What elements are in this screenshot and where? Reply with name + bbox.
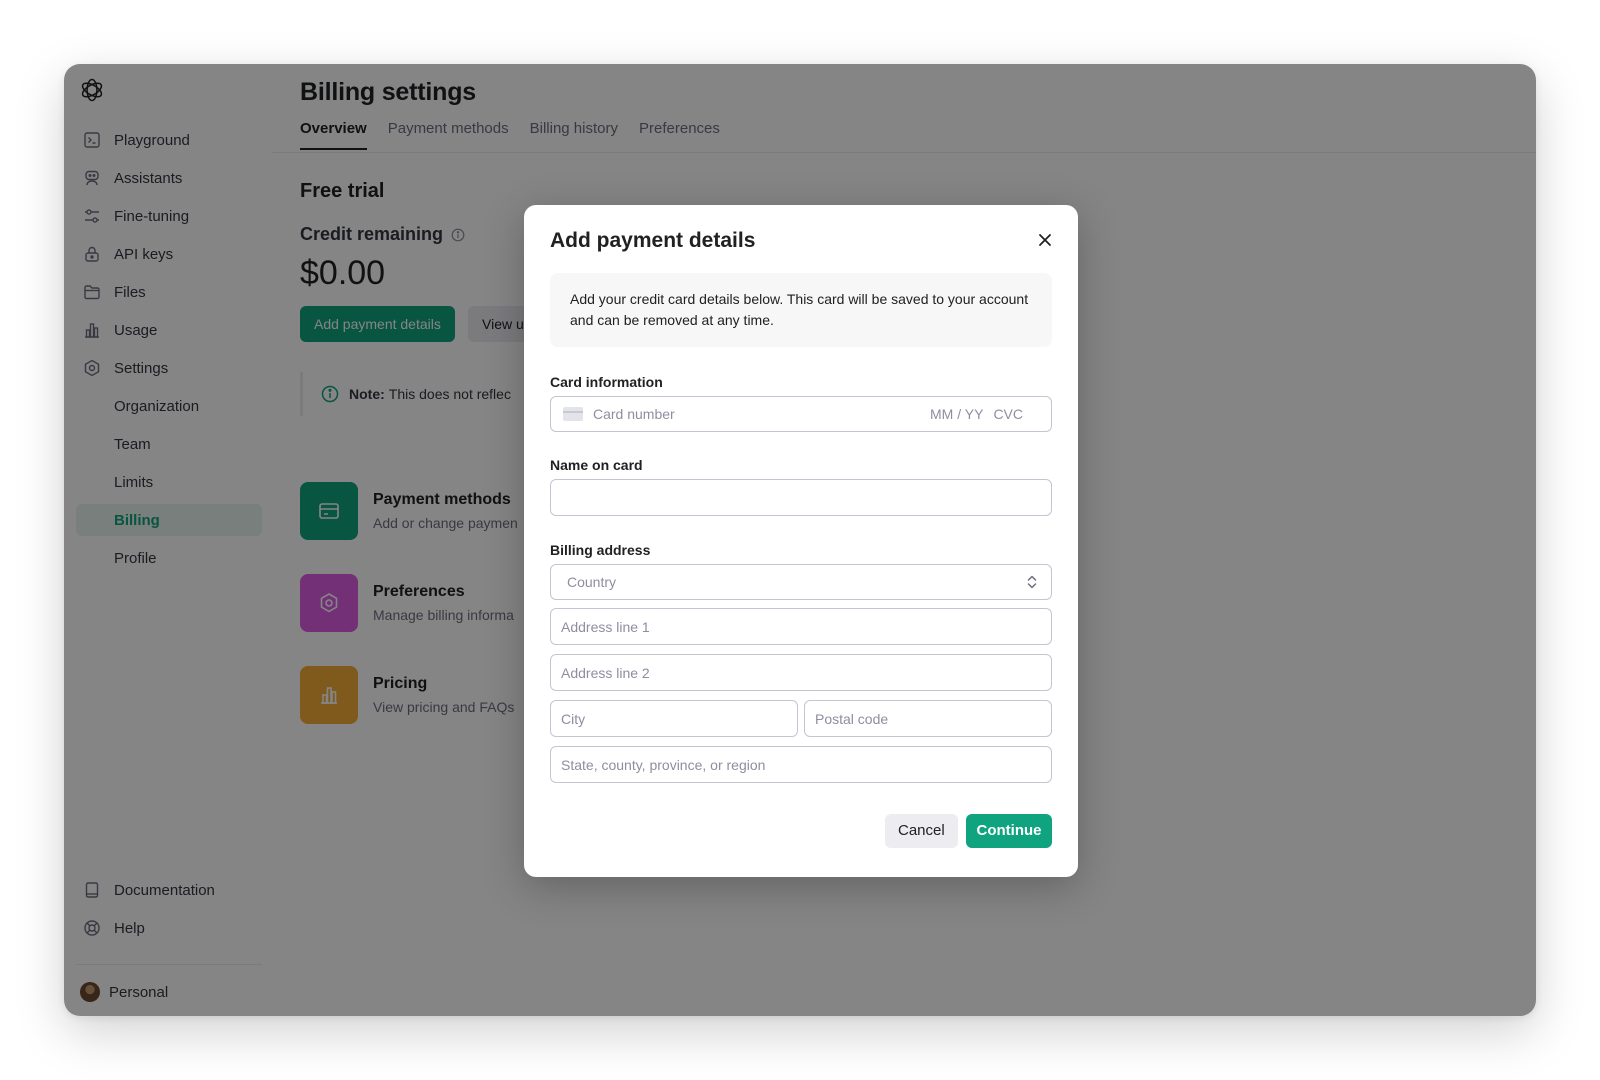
credit-card-icon xyxy=(563,407,583,421)
state-region-placeholder: State, county, province, or region xyxy=(561,756,766,773)
country-placeholder: Country xyxy=(567,574,617,590)
cancel-button[interactable]: Cancel xyxy=(885,814,958,848)
card-number-placeholder: Card number xyxy=(593,406,675,422)
address-line-2-input[interactable]: Address line 2 xyxy=(550,654,1052,691)
country-select[interactable]: Country xyxy=(550,564,1052,600)
address-line-2-placeholder: Address line 2 xyxy=(561,664,650,681)
card-information-label: Card information xyxy=(550,374,663,390)
cvc-input[interactable]: CVC xyxy=(993,406,1023,422)
continue-button[interactable]: Continue xyxy=(966,814,1052,848)
close-icon[interactable] xyxy=(1034,229,1056,251)
state-region-input[interactable]: State, county, province, or region xyxy=(550,746,1052,783)
modal-info-text: Add your credit card details below. This… xyxy=(550,273,1052,347)
chevron-up-down-icon xyxy=(1027,575,1037,589)
postal-code-placeholder: Postal code xyxy=(815,710,889,727)
address-line-1-input[interactable]: Address line 1 xyxy=(550,608,1052,645)
expiry-input[interactable]: MM / YY xyxy=(930,406,983,422)
name-on-card-input[interactable] xyxy=(550,479,1052,516)
billing-address-label: Billing address xyxy=(550,542,651,558)
postal-code-input[interactable]: Postal code xyxy=(804,700,1052,737)
city-placeholder: City xyxy=(561,710,586,727)
city-input[interactable]: City xyxy=(550,700,798,737)
modal-title: Add payment details xyxy=(550,229,756,252)
card-number-input[interactable]: Card number MM / YY CVC xyxy=(550,396,1052,432)
name-on-card-label: Name on card xyxy=(550,457,643,473)
address-line-1-placeholder: Address line 1 xyxy=(561,618,650,635)
add-payment-modal: Add payment details Add your credit card… xyxy=(524,205,1078,877)
